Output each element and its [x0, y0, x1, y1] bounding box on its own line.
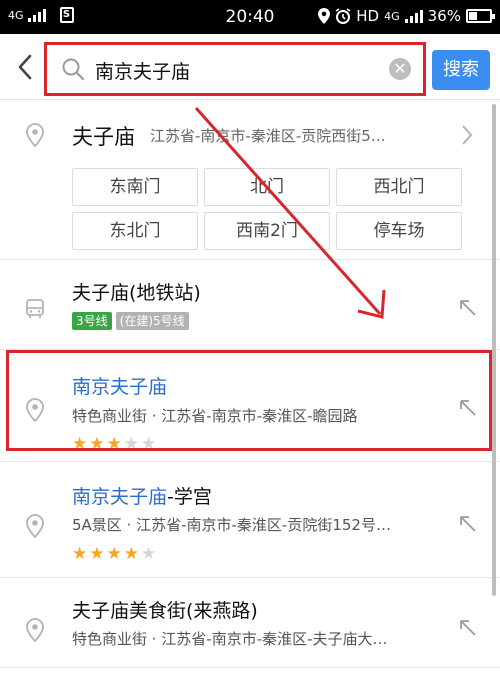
location-pin-icon	[26, 123, 44, 147]
result-subtitle: 特色商业街 · 江苏省-南京市-秦淮区-夫子庙大…	[72, 630, 388, 648]
result-title: 南京夫子庙-学宫	[72, 482, 212, 509]
result-title-highlight: 南京夫子庙	[72, 376, 168, 398]
list-item-metro[interactable]: 夫子庙(地铁站) 3号线 (在建)5号线	[0, 260, 500, 350]
search-header: 南京夫子庙 ✕ 搜索	[0, 34, 500, 100]
hd-indicator: HD	[356, 7, 380, 25]
result-title: 夫子庙美食街(来燕路)	[72, 596, 258, 623]
metro-lines: 3号线 (在建)5号线	[72, 312, 189, 330]
gate-button[interactable]: 东北门	[72, 212, 198, 250]
result-title-rest: 夫子庙美食街(来燕路)	[72, 600, 258, 622]
battery-percent: 36%	[427, 7, 461, 25]
clear-icon[interactable]: ✕	[389, 58, 411, 80]
navigate-arrow-icon[interactable]	[458, 398, 478, 418]
star-icon: ★	[89, 544, 105, 564]
status-right: HD 4G 36%	[318, 7, 495, 25]
entrance-grid: 东南门 北门 西北门 东北门 西南2门 停车场	[72, 168, 468, 250]
search-button[interactable]: 搜索	[432, 50, 490, 90]
list-item[interactable]: 南京夫子庙-学宫 5A景区 · 江苏省-南京市-秦淮区-贡院街152号… ★ ★…	[0, 462, 500, 578]
navigate-arrow-icon[interactable]	[458, 298, 478, 318]
star-icon: ★	[89, 434, 105, 454]
star-icon: ★	[141, 434, 157, 454]
result-title: 夫子庙(地铁站)	[72, 282, 201, 304]
star-icon: ★	[72, 434, 88, 454]
list-item-main[interactable]: 夫子庙 江苏省-南京市-秦淮区-贡院西街5… 东南门 北门 西北门 东北门 西南…	[0, 101, 500, 260]
back-icon[interactable]	[12, 52, 40, 82]
search-icon	[62, 58, 85, 81]
rating-stars: ★ ★ ★ ★ ★	[72, 546, 156, 563]
gate-button[interactable]: 东南门	[72, 168, 198, 206]
list-item[interactable]: 夫子庙美食街(来燕路) 特色商业街 · 江苏省-南京市-秦淮区-夫子庙大…	[0, 578, 500, 668]
navigate-arrow-icon[interactable]	[458, 514, 478, 534]
signal-icon-2	[404, 9, 423, 23]
result-title-highlight: 南京夫子庙	[72, 486, 168, 508]
location-pin-icon	[26, 398, 44, 422]
gate-button[interactable]: 停车场	[336, 212, 462, 250]
rating-stars: ★ ★ ★ ★ ★	[72, 436, 156, 453]
location-pin-icon	[26, 618, 44, 642]
line-badge: 3号线	[72, 312, 112, 330]
result-title-rest: -学宫	[167, 486, 212, 508]
star-icon: ★	[141, 544, 157, 564]
star-icon: ★	[106, 544, 122, 564]
results-list: 夫子庙 江苏省-南京市-秦淮区-贡院西街5… 东南门 北门 西北门 东北门 西南…	[0, 101, 500, 668]
network-type-2: 4G	[384, 9, 400, 23]
search-query-text: 南京夫子庙	[95, 61, 191, 83]
chevron-right-icon[interactable]	[460, 123, 474, 147]
scrollbar[interactable]	[492, 104, 496, 596]
result-address: 江苏省-南京市-秦淮区-贡院西街5…	[150, 127, 386, 145]
navigate-arrow-icon[interactable]	[458, 618, 478, 638]
list-item[interactable]: 南京夫子庙 特色商业街 · 江苏省-南京市-秦淮区-瞻园路 ★ ★ ★ ★ ★	[0, 350, 500, 462]
star-icon: ★	[123, 544, 139, 564]
location-status-icon	[318, 8, 331, 24]
search-input[interactable]: 南京夫子庙 ✕	[44, 42, 426, 96]
result-title: 夫子庙	[72, 125, 135, 149]
line-badge: (在建)5号线	[115, 312, 189, 330]
result-subtitle: 5A景区 · 江苏省-南京市-秦淮区-贡院街152号…	[72, 516, 391, 534]
result-subtitle: 特色商业街 · 江苏省-南京市-秦淮区-瞻园路	[72, 407, 358, 425]
star-icon: ★	[72, 544, 88, 564]
gate-button[interactable]: 西南2门	[204, 212, 330, 250]
battery-icon	[466, 9, 495, 23]
gate-button[interactable]: 北门	[204, 168, 330, 206]
gate-button[interactable]: 西北门	[336, 168, 462, 206]
location-pin-icon	[26, 514, 44, 538]
status-bar: 4G S 20:40 HD 4G 36%	[0, 0, 500, 34]
star-icon: ★	[123, 434, 139, 454]
star-icon: ★	[106, 434, 122, 454]
result-title: 南京夫子庙	[72, 372, 167, 399]
alarm-icon	[335, 8, 351, 24]
bus-icon	[26, 299, 44, 318]
